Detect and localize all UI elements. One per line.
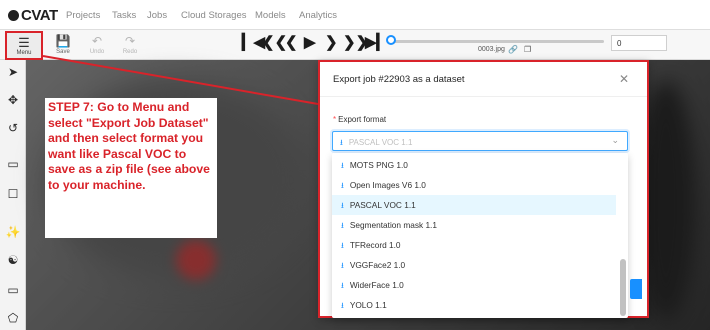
download-icon: ⭳ — [341, 301, 344, 310]
format-option-label: Open Images V6 1.0 — [349, 180, 426, 190]
download-icon: ⭳ — [341, 221, 344, 230]
chevron-down-icon: ⌄ — [611, 135, 619, 145]
download-icon: ⭳ — [340, 138, 343, 147]
export-format-label-text: Export format — [338, 115, 387, 124]
download-icon: ⭳ — [341, 241, 344, 250]
format-option[interactable]: ⭳ MOTS PNG 1.0 — [332, 155, 616, 175]
download-icon: ⭳ — [341, 201, 344, 210]
format-option[interactable]: ⭳ WiderFace 1.0 — [332, 275, 616, 295]
close-icon[interactable]: ✕ — [619, 72, 629, 86]
dialog-title: Export job #22903 as a dataset — [333, 74, 465, 85]
dropdown-scrollbar[interactable] — [620, 259, 626, 316]
export-format-value: ⭳ PASCAL VOC 1.1 — [340, 137, 412, 151]
format-option-label: VGGFace2 1.0 — [349, 260, 406, 270]
format-option-label: WiderFace 1.0 — [349, 280, 404, 290]
download-icon: ⭳ — [341, 161, 344, 170]
dialog-divider — [320, 96, 647, 97]
download-icon: ⭳ — [341, 181, 344, 190]
format-option-label: TFRecord 1.0 — [349, 240, 401, 250]
export-format-value-text: PASCAL VOC 1.1 — [348, 138, 413, 147]
ok-button[interactable] — [630, 279, 642, 299]
format-option[interactable]: ⭳ TFRecord 1.0 — [332, 235, 616, 255]
export-format-select[interactable]: ⭳ PASCAL VOC 1.1 ⌄ — [332, 131, 628, 151]
format-option-label: Segmentation mask 1.1 — [349, 220, 437, 230]
instruction-callout: STEP 7: Go to Menu and select "Export Jo… — [45, 98, 217, 238]
export-dataset-dialog: Export job #22903 as a dataset ✕ * Export… — [318, 60, 649, 318]
export-format-label: * Export format — [333, 115, 387, 124]
format-option[interactable]: ⭳ Segmentation mask 1.1 — [332, 215, 616, 235]
format-option-label: YOLO 1.1 — [349, 300, 387, 310]
download-icon: ⭳ — [341, 281, 344, 290]
format-option[interactable]: ⭳ YOLO 1.1 — [332, 295, 616, 315]
format-option-label: PASCAL VOC 1.1 — [349, 200, 416, 210]
format-dropdown-list: ⭳ MOTS PNG 1.0 ⭳ Open Images V6 1.0 ⭳ PASCA… — [332, 153, 628, 318]
format-option[interactable]: ⭳ Open Images V6 1.0 — [332, 175, 616, 195]
format-option[interactable]: ⭳ VGGFace2 1.0 — [332, 255, 616, 275]
download-icon: ⭳ — [341, 261, 344, 270]
format-option-selected[interactable]: ⭳ PASCAL VOC 1.1 — [332, 195, 616, 215]
format-option-label: MOTS PNG 1.0 — [349, 160, 408, 170]
